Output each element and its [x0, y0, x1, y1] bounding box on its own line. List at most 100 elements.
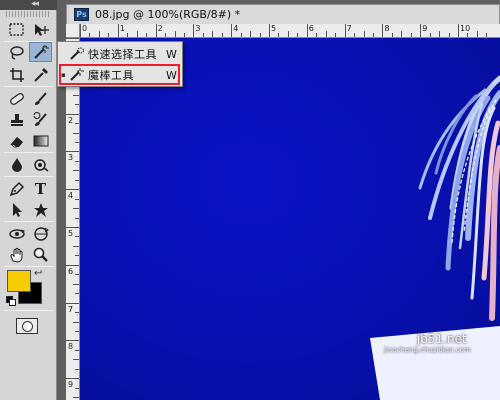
- ruler-tick: [73, 397, 79, 399]
- tools-panel-header[interactable]: ◂◂: [0, 0, 57, 10]
- path-selection-tool-button[interactable]: [5, 200, 28, 220]
- vertical-ruler[interactable]: 123456789: [66, 38, 80, 400]
- ruler-tick: [75, 160, 79, 162]
- brush-tool-button[interactable]: [29, 89, 52, 109]
- magic-wand-icon: [70, 68, 84, 81]
- panel-grip[interactable]: [6, 11, 51, 17]
- magic-wand-icon: [33, 45, 49, 59]
- ruler-label: 10: [460, 24, 471, 33]
- eraser-icon: [10, 137, 23, 148]
- hand-tool-button[interactable]: [5, 245, 28, 265]
- ruler-tick: [174, 31, 176, 37]
- 3d-orbit-tool-button[interactable]: [29, 224, 52, 244]
- ruler-tick: [66, 340, 79, 342]
- history-brush-tool-button[interactable]: [29, 110, 52, 130]
- toolbox-divider: [4, 310, 53, 311]
- type-tool-button[interactable]: T: [29, 179, 52, 199]
- ruler-label: 9: [422, 24, 428, 33]
- move-tool-button[interactable]: [29, 20, 52, 40]
- shape-icon: [33, 203, 48, 217]
- 3d-rotate-tool-button[interactable]: [5, 224, 28, 244]
- swap-colors-icon[interactable]: ↩: [34, 268, 42, 279]
- foreground-color-swatch[interactable]: [7, 270, 31, 292]
- menu-item-label: 魔棒工具: [88, 69, 134, 82]
- marquee-icon: [8, 23, 24, 36]
- menu-item-quick-selection[interactable]: 快速选择工具 W: [58, 44, 182, 64]
- gradient-tool-button[interactable]: [29, 131, 52, 151]
- dodge-tool-button[interactable]: [29, 155, 52, 175]
- menu-item-shortcut: W: [166, 68, 177, 82]
- ruler-label: 5: [68, 229, 74, 238]
- ruler-tick: [73, 132, 79, 134]
- ruler-tick: [75, 141, 79, 143]
- ruler-tick: [75, 179, 79, 181]
- toolbox-divider: [4, 152, 53, 153]
- ruler-tick: [221, 33, 223, 37]
- ruler-tick: [212, 31, 214, 37]
- ruler-origin[interactable]: [66, 24, 80, 38]
- ruler-label: 3: [195, 24, 201, 33]
- ruler-tick: [73, 94, 79, 96]
- arrow-icon: [12, 203, 22, 217]
- eyedropper-tool-button[interactable]: [29, 65, 52, 85]
- selected-bullet-icon: ▪: [61, 71, 66, 79]
- ruler-tick: [250, 31, 252, 37]
- ruler-tick: [344, 24, 346, 37]
- stamp-icon: [10, 114, 23, 126]
- ruler-tick: [297, 33, 299, 37]
- clone-stamp-tool-button[interactable]: [5, 110, 28, 130]
- ruler-tick: [66, 264, 79, 266]
- ruler-tick: [75, 236, 79, 238]
- quick-mask-button[interactable]: [16, 318, 38, 334]
- ruler-tick: [165, 33, 167, 37]
- blur-tool-button[interactable]: [5, 155, 28, 175]
- ruler-tick: [231, 24, 233, 37]
- 3d-rotate-icon: [8, 229, 25, 239]
- ruler-label: 8: [68, 342, 74, 352]
- ruler-tick: [382, 24, 384, 37]
- watermark-text: jb51.net: [416, 332, 467, 346]
- ruler-label: 5: [271, 24, 277, 33]
- ruler-label: 2: [157, 24, 163, 33]
- ruler-label: 9: [68, 380, 74, 390]
- zoom-tool-button[interactable]: [29, 245, 52, 265]
- ruler-tick: [476, 31, 478, 37]
- ruler-tick: [401, 31, 403, 37]
- ruler-tick: [66, 302, 79, 304]
- ruler-label: 4: [68, 191, 74, 201]
- pen-tool-button[interactable]: [5, 179, 28, 199]
- ruler-tick: [155, 24, 157, 37]
- drop-icon: [11, 158, 22, 172]
- ruler-tick: [75, 312, 79, 314]
- magic-wand-tool-button[interactable]: [29, 42, 52, 62]
- dodge-icon: [33, 159, 48, 172]
- marquee-tool-button[interactable]: [5, 20, 28, 40]
- ruler-tick: [420, 24, 422, 37]
- ruler-tick: [75, 104, 79, 106]
- lasso-tool-button[interactable]: [5, 43, 28, 63]
- menu-item-magic-wand[interactable]: ▪ 魔棒工具 W: [58, 65, 182, 85]
- document-tab[interactable]: Ps 08.jpg @ 100%(RGB/8#) *: [66, 4, 500, 24]
- ruler-tick: [75, 293, 79, 295]
- eraser-tool-button[interactable]: [5, 131, 28, 151]
- watermark-subtext: jiaocheng.chazidian.com: [384, 346, 471, 354]
- document-title: 08.jpg @ 100%(RGB/8#) *: [95, 8, 241, 21]
- crop-tool-button[interactable]: [5, 65, 28, 85]
- horizontal-ruler[interactable]: 0 1 2 3 4 5 6 7 8 9 10: [66, 24, 500, 38]
- toolbox-divider: [4, 86, 53, 87]
- custom-shape-tool-button[interactable]: [29, 200, 52, 220]
- ruler-label: 6: [308, 24, 314, 33]
- ruler-tick: [66, 227, 79, 228]
- toolbox-divider: [4, 266, 53, 267]
- ruler-tick: [448, 33, 450, 37]
- ruler-tick: [66, 189, 79, 191]
- spot-healing-tool-button[interactable]: [5, 89, 28, 109]
- move-icon: [34, 24, 49, 36]
- collapse-panel-icon[interactable]: ◂◂: [31, 0, 39, 9]
- default-colors-icon[interactable]: [6, 296, 16, 306]
- ruler-tick: [75, 217, 79, 219]
- ruler-tick: [80, 24, 81, 37]
- ruler-tick: [75, 198, 79, 200]
- ruler-tick: [66, 378, 79, 380]
- ruler-tick: [287, 31, 289, 37]
